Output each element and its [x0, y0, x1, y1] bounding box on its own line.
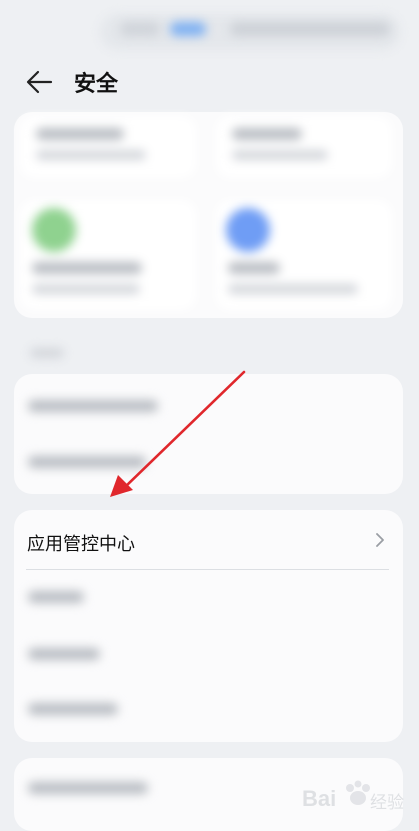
divider [26, 569, 389, 570]
arrow-left-icon [26, 70, 53, 94]
page-title: 安全 [74, 72, 119, 97]
shortcut-tile[interactable] [216, 200, 392, 310]
shortcut-tile[interactable] [216, 116, 392, 178]
security-options-card [14, 374, 403, 494]
shortcut-tile[interactable] [20, 116, 196, 178]
tile-title [32, 262, 142, 274]
tile-subtitle [36, 150, 146, 160]
status-text [230, 22, 390, 36]
list-item[interactable] [28, 591, 84, 603]
app-control-center-label: 应用管控中心 [27, 534, 135, 555]
list-item[interactable] [28, 782, 148, 794]
tile-subtitle [228, 284, 358, 294]
list-item[interactable] [28, 703, 118, 715]
tile-subtitle [232, 150, 328, 160]
status-bar [0, 0, 419, 62]
list-item[interactable] [28, 456, 146, 468]
tile-title [36, 128, 124, 140]
list-item[interactable] [28, 400, 158, 412]
app-control-center-item[interactable]: 应用管控中心 [14, 510, 403, 570]
blue-status-icon [226, 208, 270, 252]
status-indicator [120, 22, 160, 36]
back-button[interactable] [24, 68, 54, 96]
page-header: 安全 [0, 58, 419, 106]
watermark-logo: Bai 经验 [300, 778, 410, 818]
list-item[interactable] [28, 648, 100, 660]
svg-text:经验: 经验 [370, 793, 404, 813]
green-status-icon [32, 208, 76, 252]
shortcut-tile[interactable] [20, 200, 196, 310]
tile-subtitle [32, 284, 140, 294]
svg-text:Bai: Bai [302, 786, 336, 811]
status-indicator-blue [170, 22, 206, 36]
chevron-right-icon [376, 533, 384, 547]
section-label [30, 348, 64, 358]
tile-title [232, 128, 302, 140]
tile-title [228, 262, 280, 274]
security-shortcuts-card [14, 112, 403, 318]
